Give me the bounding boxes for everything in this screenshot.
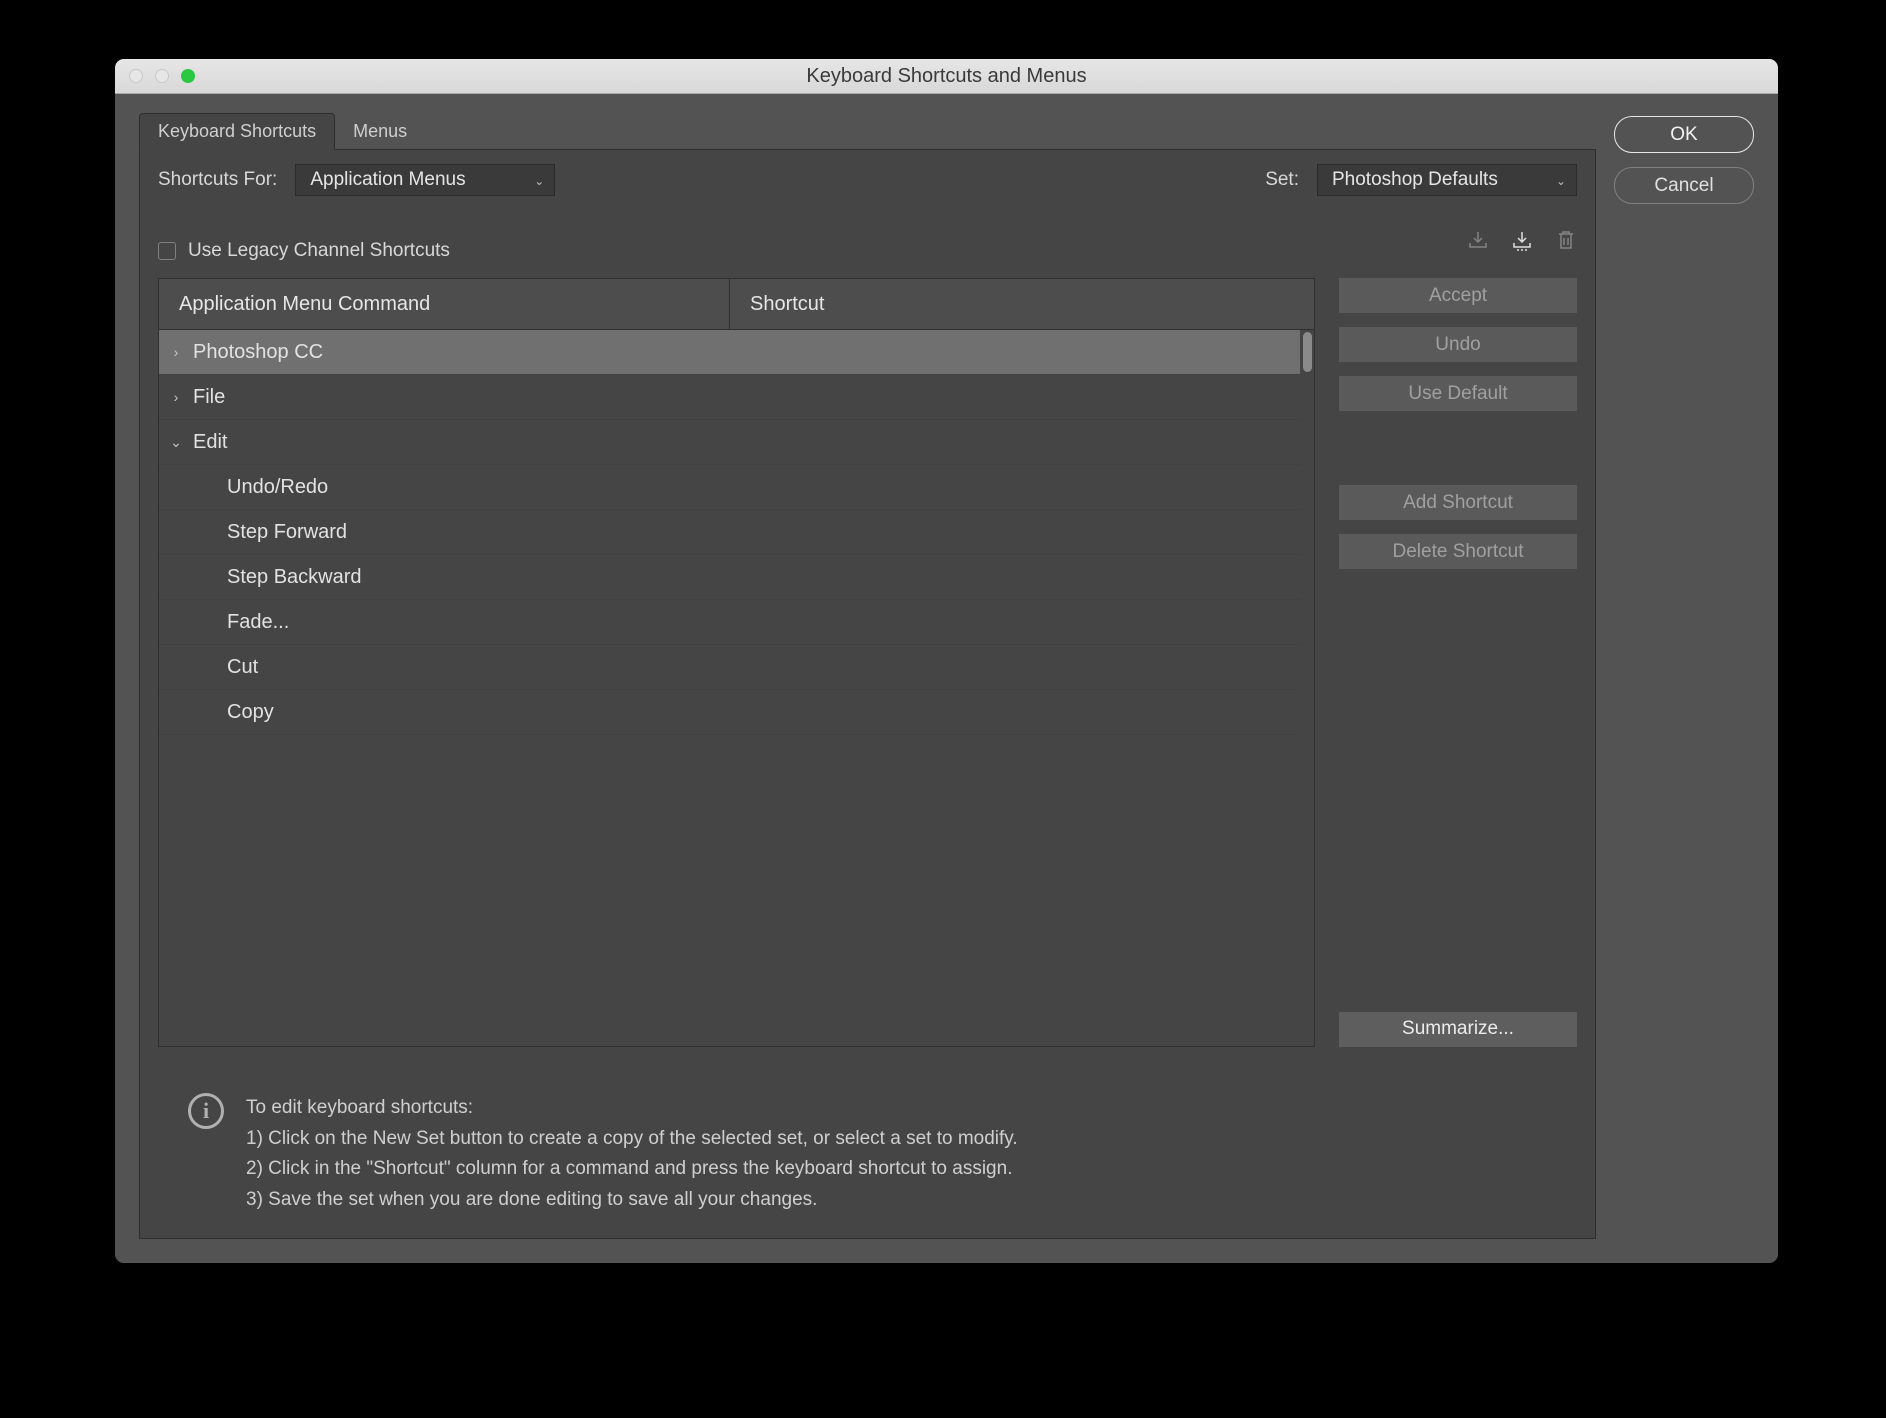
- tree-row-label: Edit: [187, 431, 227, 454]
- add-shortcut-button[interactable]: Add Shortcut: [1339, 485, 1577, 520]
- set-value: Photoshop Defaults: [1332, 169, 1498, 191]
- chevron-down-icon: ⌄: [1556, 174, 1566, 188]
- command-tree: ›Photoshop CC›File⌄EditUndo/RedoStep For…: [159, 330, 1300, 735]
- trash-icon[interactable]: [1555, 229, 1577, 251]
- info-line1: 1) Click on the New Set button to create…: [246, 1124, 1018, 1155]
- middle-row: Application Menu Command Shortcut ›Photo…: [158, 278, 1577, 1047]
- info-title: To edit keyboard shortcuts:: [246, 1093, 1018, 1124]
- column-headers: Application Menu Command Shortcut: [158, 278, 1315, 330]
- info-line2: 2) Click in the "Shortcut" column for a …: [246, 1154, 1018, 1185]
- info-section: i To edit keyboard shortcuts: 1) Click o…: [158, 1093, 1577, 1216]
- tree-row[interactable]: Fade...: [159, 600, 1300, 645]
- content-area: Keyboard Shortcuts Menus Shortcuts For: …: [115, 94, 1778, 1263]
- tree-row[interactable]: ⌄Edit: [159, 420, 1300, 465]
- action-buttons-column: Accept Undo Use Default Add Shortcut Del…: [1339, 278, 1577, 1047]
- second-row: Use Legacy Channel Shortcuts: [158, 218, 1577, 262]
- top-controls: Shortcuts For: Application Menus ⌄ Set: …: [158, 164, 1577, 196]
- chevron-down-icon: ⌄: [534, 174, 544, 188]
- cancel-button[interactable]: Cancel: [1614, 167, 1754, 204]
- delete-shortcut-button[interactable]: Delete Shortcut: [1339, 534, 1577, 569]
- scrollbar-thumb[interactable]: [1303, 332, 1312, 372]
- shortcuts-for-select[interactable]: Application Menus ⌄: [295, 164, 555, 196]
- legacy-checkbox-row[interactable]: Use Legacy Channel Shortcuts: [158, 240, 450, 262]
- tree-row[interactable]: Copy: [159, 690, 1300, 735]
- legacy-checkbox[interactable]: [158, 242, 176, 260]
- use-default-button[interactable]: Use Default: [1339, 376, 1577, 411]
- tree-scroll[interactable]: ›Photoshop CC›File⌄EditUndo/RedoStep For…: [158, 330, 1315, 1047]
- ok-button[interactable]: OK: [1614, 116, 1754, 153]
- chevron-right-icon[interactable]: ›: [165, 344, 187, 360]
- column-header-shortcut[interactable]: Shortcut: [730, 279, 844, 329]
- tab-keyboard-shortcuts[interactable]: Keyboard Shortcuts: [139, 113, 335, 150]
- save-set-icon[interactable]: [1467, 229, 1489, 251]
- tree-row-label: File: [187, 386, 225, 409]
- set-icon-row: [1467, 229, 1577, 251]
- info-text: To edit keyboard shortcuts: 1) Click on …: [246, 1093, 1018, 1216]
- tree-row-label: Fade...: [221, 611, 289, 634]
- tab-menus[interactable]: Menus: [335, 113, 425, 150]
- tree-row[interactable]: Undo/Redo: [159, 465, 1300, 510]
- undo-button[interactable]: Undo: [1339, 327, 1577, 362]
- shortcuts-for-value: Application Menus: [310, 169, 465, 191]
- tree-row[interactable]: Cut: [159, 645, 1300, 690]
- tree-row-label: Copy: [221, 701, 274, 724]
- tree-row-label: Cut: [221, 656, 258, 679]
- tree-row-label: Photoshop CC: [187, 341, 323, 364]
- info-line3: 3) Save the set when you are done editin…: [246, 1185, 1018, 1216]
- panel-body: Shortcuts For: Application Menus ⌄ Set: …: [139, 150, 1596, 1239]
- summarize-button[interactable]: Summarize...: [1339, 1012, 1577, 1047]
- set-label: Set:: [1265, 169, 1299, 191]
- chevron-right-icon[interactable]: ›: [165, 389, 187, 405]
- tab-bar: Keyboard Shortcuts Menus: [139, 112, 1596, 150]
- column-header-command[interactable]: Application Menu Command: [159, 279, 730, 329]
- legacy-label: Use Legacy Channel Shortcuts: [188, 240, 450, 262]
- chevron-down-icon[interactable]: ⌄: [165, 434, 187, 451]
- window-title: Keyboard Shortcuts and Menus: [115, 65, 1778, 88]
- shortcuts-for-label: Shortcuts For:: [158, 169, 277, 191]
- main-panel: Keyboard Shortcuts Menus Shortcuts For: …: [139, 112, 1596, 1239]
- tree-area: Application Menu Command Shortcut ›Photo…: [158, 278, 1315, 1047]
- tree-row[interactable]: ›File: [159, 375, 1300, 420]
- tree-row-label: Undo/Redo: [221, 476, 328, 499]
- side-panel: OK Cancel: [1614, 112, 1754, 1239]
- window-titlebar: Keyboard Shortcuts and Menus: [115, 59, 1778, 94]
- set-select[interactable]: Photoshop Defaults ⌄: [1317, 164, 1577, 196]
- tree-row[interactable]: ›Photoshop CC: [159, 330, 1300, 375]
- tree-row[interactable]: Step Forward: [159, 510, 1300, 555]
- tree-row-label: Step Backward: [221, 566, 362, 589]
- tree-row-label: Step Forward: [221, 521, 347, 544]
- dialog-window: Keyboard Shortcuts and Menus Keyboard Sh…: [115, 59, 1778, 1263]
- new-set-icon[interactable]: [1511, 229, 1533, 251]
- tree-row[interactable]: Step Backward: [159, 555, 1300, 600]
- info-icon: i: [188, 1093, 224, 1129]
- accept-button[interactable]: Accept: [1339, 278, 1577, 313]
